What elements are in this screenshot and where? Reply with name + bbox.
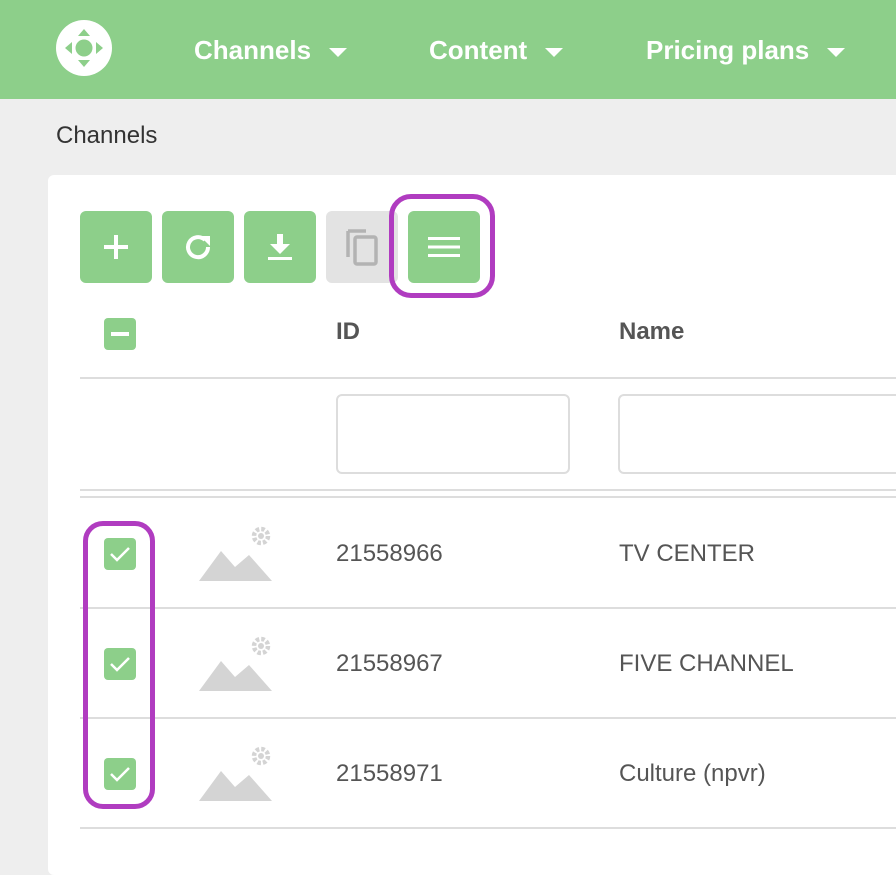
nav-content-label: Content — [429, 34, 528, 65]
chevron-down-icon — [329, 47, 348, 57]
row-divider — [80, 827, 896, 829]
top-nav-bar: Channels Content Pricing plans — [0, 0, 896, 99]
image-placeholder-icon — [199, 746, 272, 801]
minus-icon — [111, 332, 129, 336]
menu-button-highlight — [389, 194, 495, 298]
plus-icon — [104, 235, 128, 259]
row-name: FIVE CHANNEL — [619, 650, 794, 677]
copy-button[interactable] — [326, 211, 398, 283]
image-placeholder-icon — [199, 636, 272, 691]
nav-pricing-plans[interactable]: Pricing plans — [646, 32, 846, 68]
nav-content[interactable]: Content — [429, 32, 564, 68]
chevron-down-icon — [545, 47, 564, 57]
download-icon — [268, 234, 292, 260]
filter-divider — [80, 489, 896, 491]
row-id: 21558971 — [336, 760, 443, 787]
filter-divider-2 — [80, 496, 896, 498]
row-name: TV CENTER — [619, 540, 756, 567]
select-all-checkbox[interactable] — [104, 318, 136, 350]
row-divider — [80, 717, 896, 719]
refresh-button[interactable] — [162, 211, 234, 283]
logo-icon[interactable] — [56, 20, 112, 76]
download-button[interactable] — [244, 211, 316, 283]
id-filter-input[interactable] — [336, 394, 570, 474]
nav-channels-label: Channels — [194, 34, 312, 65]
row-id: 21558967 — [336, 650, 443, 677]
row-divider — [80, 607, 896, 609]
header-divider — [80, 377, 896, 379]
chevron-down-icon — [827, 47, 846, 57]
name-filter-input[interactable] — [618, 394, 896, 474]
column-header-name[interactable]: Name — [619, 318, 684, 346]
breadcrumb: Channels — [56, 122, 158, 149]
row-id: 21558966 — [336, 540, 443, 567]
copy-icon — [346, 229, 378, 266]
refresh-icon — [186, 235, 211, 260]
add-button[interactable] — [80, 211, 152, 283]
checkbox-column-highlight — [83, 521, 155, 809]
nav-pricing-plans-label: Pricing plans — [646, 34, 810, 65]
image-placeholder-icon — [199, 526, 272, 581]
row-name: Culture (npvr) — [619, 760, 766, 787]
column-header-id[interactable]: ID — [336, 318, 360, 346]
nav-channels[interactable]: Channels — [194, 32, 348, 68]
